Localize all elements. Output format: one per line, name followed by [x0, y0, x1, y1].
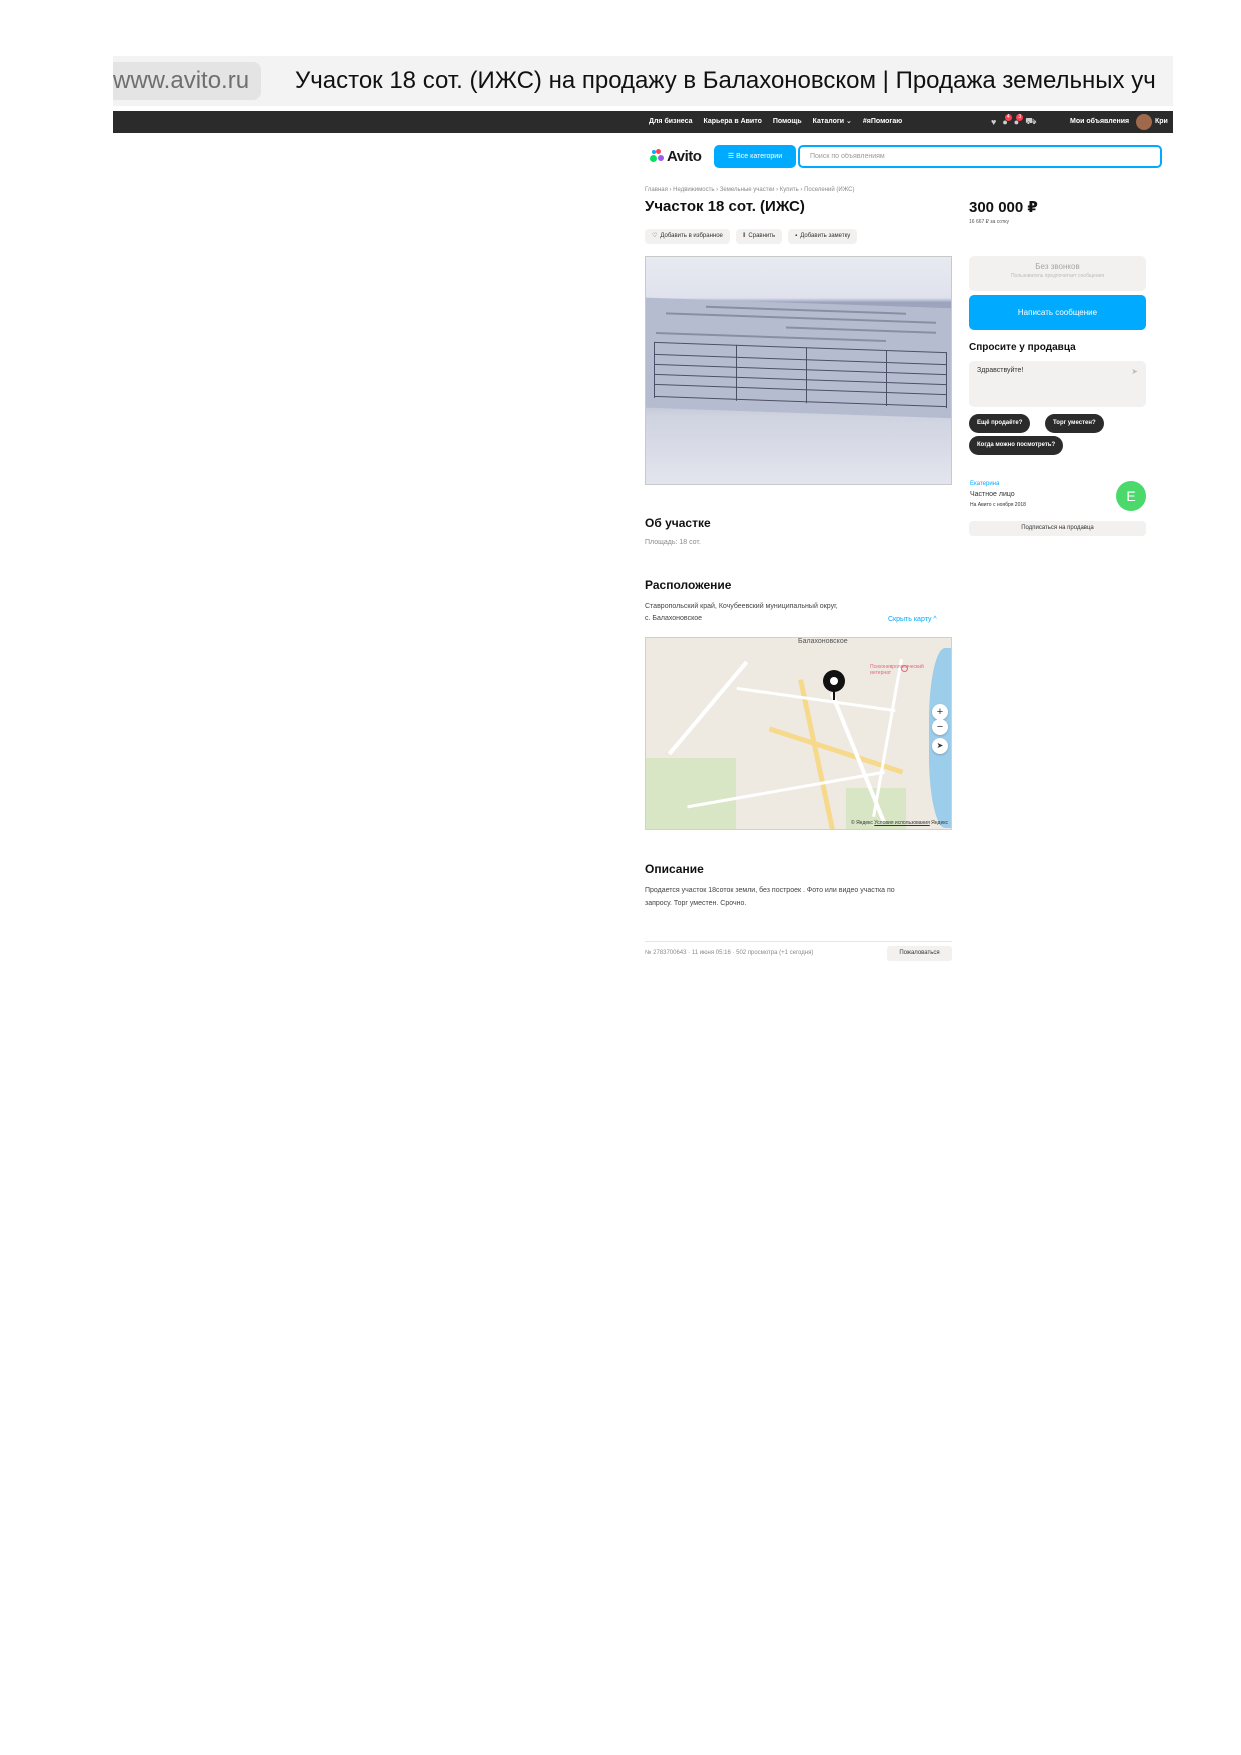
favorites-label: Добавить в избранное	[660, 233, 723, 239]
page-tab-title: Участок 18 сот. (ИЖС) на продажу в Балах…	[295, 67, 1156, 94]
no-calls-button: Без звонков Пользователь предпочитает со…	[969, 256, 1146, 291]
price: 300 000 ₽	[969, 199, 1038, 216]
compare-icon: ⫴	[742, 233, 746, 239]
description-line-2: запросу. Торг уместен. Срочно.	[645, 900, 747, 907]
map-poi-label: Психоневрологический интернат	[870, 664, 924, 676]
search-input[interactable]	[798, 145, 1162, 168]
all-categories-button[interactable]: ☰ Все категории	[714, 145, 796, 168]
logo-text: Avito	[667, 147, 702, 165]
document-photo	[646, 297, 951, 419]
add-note-button[interactable]: ▪ Добавить заметку	[788, 229, 858, 244]
map-brand: Яндекс	[931, 820, 948, 826]
top-navigation: Для бизнеса Карьера в Авито Помощь Катал…	[113, 111, 1173, 133]
address-line-1: Ставропольский край, Кочубеевский муници…	[645, 603, 838, 610]
cart-icon[interactable]: ⛟	[1025, 116, 1036, 128]
divider	[645, 941, 952, 942]
quick-question-bargain[interactable]: Торг уместен?	[1045, 414, 1104, 433]
hide-map-link[interactable]: Скрыть карту ^	[888, 616, 937, 623]
top-nav-links: Для бизнеса Карьера в Авито Помощь Катал…	[649, 111, 902, 133]
ask-seller-input[interactable]: Здравствуйте! ➤	[969, 361, 1146, 407]
browser-bar: www.avito.ru Участок 18 сот. (ИЖС) на пр…	[113, 56, 1173, 106]
avito-logo[interactable]: Avito	[650, 145, 702, 167]
address-line-2: с. Балахоновское	[645, 615, 702, 622]
no-calls-sublabel: Пользователь предпочитает сообщения	[1010, 273, 1105, 279]
heart-icon[interactable]: ♥	[991, 117, 996, 127]
my-ads-link[interactable]: Мои объявления	[1070, 111, 1129, 133]
address-bar[interactable]: www.avito.ru	[113, 62, 262, 100]
page-title: Участок 18 сот. (ИЖС)	[645, 198, 805, 215]
ask-seller-title: Спросите у продавца	[969, 342, 1076, 353]
quick-question-viewing[interactable]: Когда можно посмотреть?	[969, 436, 1064, 455]
user-avatar[interactable]	[1136, 114, 1152, 130]
location-map[interactable]: Балахоновское Психоневрологический интер…	[645, 637, 952, 830]
subscribe-seller-button[interactable]: Подписаться на продавца	[969, 521, 1146, 536]
location-pin-icon	[823, 670, 845, 692]
nav-link-career[interactable]: Карьера в Авито	[703, 111, 761, 133]
note-label: Добавить заметку	[800, 233, 851, 239]
ask-seller-text: Здравствуйте!	[977, 367, 1024, 374]
location-pin-stem	[833, 690, 835, 700]
geolocate-icon[interactable]: ➤	[932, 738, 948, 754]
top-nav-icons: ♥ ● 4 ● 3 ⛟	[991, 111, 1037, 133]
messages-badge: 3	[1016, 114, 1024, 121]
zoom-out-button[interactable]: −	[932, 719, 948, 735]
note-icon: ▪	[795, 233, 798, 239]
seller-type: Частное лицо	[970, 491, 1015, 498]
logo-dots-icon	[650, 149, 664, 163]
location-section-title: Расположение	[645, 578, 732, 592]
price-per-unit: 16 667 ₽ за сотку	[969, 219, 1009, 225]
nav-link-ihelp[interactable]: #яПомогаю	[863, 111, 902, 133]
notification-badge: 4	[1004, 114, 1012, 121]
add-to-favorites-button[interactable]: ♡ Добавить в избранное	[645, 229, 730, 244]
map-copyright-text: © Яндекс	[851, 820, 873, 826]
seller-since: На Авито с ноября 2018	[970, 502, 1026, 508]
compare-label: Сравнить	[748, 233, 776, 239]
chat-icon[interactable]: ● 3	[1014, 114, 1024, 127]
nav-link-catalogs[interactable]: Каталоги ⌄	[813, 111, 852, 133]
heart-outline-icon: ♡	[652, 233, 658, 239]
listing-actions: ♡ Добавить в избранное ⫴ Сравнить ▪ Добавит…	[645, 229, 858, 244]
map-town-label: Балахоновское	[798, 638, 848, 645]
listing-photo[interactable]	[645, 256, 952, 485]
zoom-in-button[interactable]: +	[932, 704, 948, 720]
description-line-1: Продается участок 18соток земли, без пос…	[645, 887, 895, 894]
complain-button[interactable]: Пожаловаться	[887, 946, 952, 961]
listing-meta: № 2783700643 · 11 июня 05:16 · 502 просм…	[645, 950, 814, 956]
seller-avatar[interactable]: Е	[1116, 481, 1146, 511]
user-name[interactable]: Кри	[1155, 111, 1168, 133]
nav-link-business[interactable]: Для бизнеса	[649, 111, 692, 133]
bell-icon[interactable]: ● 4	[1002, 114, 1012, 127]
map-copyright: © Яндекс Условия использования Яндекс	[851, 820, 948, 826]
write-message-button[interactable]: Написать сообщение	[969, 295, 1146, 330]
map-terms-link[interactable]: Условия использования	[874, 820, 930, 826]
area-value: Площадь: 18 сот.	[645, 539, 701, 546]
nav-link-help[interactable]: Помощь	[773, 111, 802, 133]
quick-question-still-selling[interactable]: Ещё продаёте?	[969, 414, 1031, 433]
breadcrumb[interactable]: Главная › Недвижимость › Земельные участ…	[645, 187, 855, 193]
description-section-title: Описание	[645, 862, 704, 876]
send-icon[interactable]: ➤	[1131, 367, 1138, 376]
about-section-title: Об участке	[645, 516, 711, 530]
compare-button[interactable]: ⫴ Сравнить	[735, 229, 783, 244]
seller-name-link[interactable]: Екатерина	[970, 481, 999, 487]
no-calls-label: Без звонков	[1035, 262, 1080, 271]
